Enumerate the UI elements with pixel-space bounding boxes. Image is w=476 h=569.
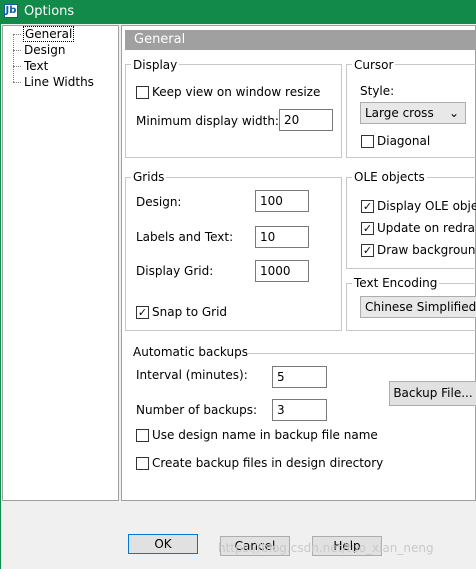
options-tree: General Design Text Line Widths (2, 25, 119, 501)
min-width-input[interactable]: 20 (279, 109, 333, 131)
keep-view-label: Keep view on window resize (152, 85, 321, 99)
display-grid-label: Display Grid: (136, 264, 214, 278)
title-bar[interactable]: Jb Options (0, 0, 476, 24)
labels-text-input[interactable]: 10 (255, 226, 309, 248)
text-encoding-select[interactable]: Chinese Simplified (360, 296, 476, 318)
tree-item-label: General (23, 26, 75, 42)
tree-item-design[interactable]: Design (24, 43, 65, 57)
display-grid-input[interactable]: 1000 (255, 260, 309, 282)
labels-text-label: Labels and Text: (136, 230, 234, 244)
draw-background-checkbox[interactable]: ✓ (361, 244, 374, 257)
diagonal-label: Diagonal (377, 134, 431, 148)
ok-button[interactable]: OK (128, 534, 198, 554)
tree-connector (13, 34, 21, 35)
interval-input[interactable]: 5 (272, 366, 327, 388)
keep-view-checkbox[interactable] (136, 86, 149, 99)
cursor-style-value: Large cross (365, 106, 434, 120)
snap-to-grid-label: Snap to Grid (152, 305, 228, 319)
backup-count-input[interactable]: 3 (272, 399, 327, 421)
diagonal-checkbox[interactable] (361, 135, 374, 148)
snap-to-grid-checkbox[interactable]: ✓ (136, 306, 149, 319)
cursor-style-label: Style: (360, 84, 395, 98)
use-design-name-checkbox[interactable] (136, 429, 149, 442)
tree-item-text[interactable]: Text (24, 59, 48, 73)
update-redraw-checkbox[interactable]: ✓ (361, 222, 374, 235)
chevron-down-icon: ⌄ (448, 106, 459, 120)
interval-label: Interval (minutes): (136, 368, 248, 382)
tree-item-general[interactable]: General (23, 26, 75, 42)
tree-connector (13, 66, 21, 67)
display-ole-checkbox[interactable]: ✓ (361, 200, 374, 213)
tree-connector (13, 34, 14, 82)
backups-divider (247, 353, 476, 354)
watermark-text: https://blog.csdn.net/tuo_xian_neng (218, 541, 434, 555)
backups-group-label: Automatic backups (133, 345, 248, 359)
tree-connector (13, 50, 21, 51)
cursor-style-select[interactable]: Large cross ⌄ (360, 102, 466, 124)
grid-design-label: Design: (136, 195, 182, 209)
grid-design-input[interactable]: 100 (255, 190, 309, 212)
display-ole-label: Display OLE obje (377, 199, 476, 213)
min-width-label: Minimum display width: (136, 114, 279, 128)
use-design-name-label: Use design name in backup file name (152, 428, 378, 442)
cursor-group-label: Cursor (352, 58, 396, 72)
grids-group-label: Grids (131, 170, 167, 184)
ole-group-label: OLE objects (352, 170, 427, 184)
draw-background-label: Draw backgroun (377, 243, 476, 257)
create-in-dir-label: Create backup files in design directory (152, 456, 384, 470)
backup-count-label: Number of backups: (136, 403, 258, 417)
app-icon: Jb (4, 4, 18, 18)
display-group-label: Display (131, 58, 180, 72)
backup-file-button[interactable]: Backup File... (389, 381, 476, 406)
update-redraw-label: Update on redra (377, 221, 475, 235)
tree-item-line-widths[interactable]: Line Widths (24, 75, 94, 89)
create-in-dir-checkbox[interactable] (136, 457, 149, 470)
window-title: Options (24, 4, 75, 19)
text-encoding-label: Text Encoding (352, 276, 440, 290)
tree-connector (13, 82, 21, 83)
panel-header: General (125, 30, 476, 50)
